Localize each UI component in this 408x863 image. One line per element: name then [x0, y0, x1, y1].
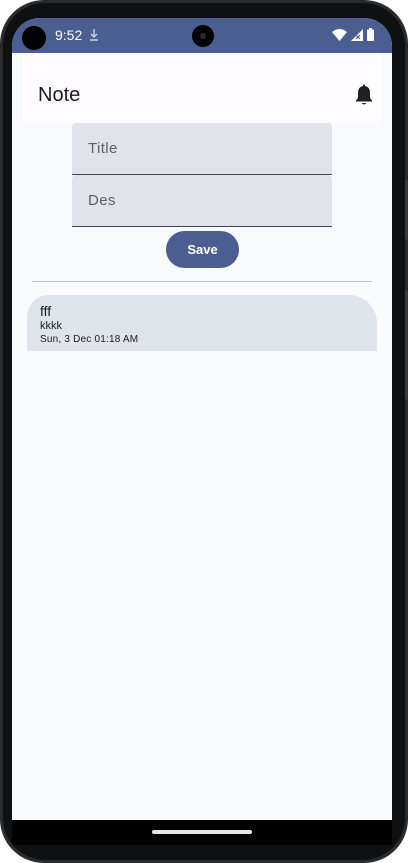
download-icon: [90, 29, 98, 41]
description-input[interactable]: [72, 175, 332, 226]
front-camera-left: [22, 26, 46, 50]
note-date: Sun, 3 Dec 01:18 AM: [40, 334, 139, 345]
status-bar: 9:52: [12, 18, 392, 53]
home-gesture-handle[interactable]: [152, 830, 252, 834]
app-bar: Note: [22, 54, 382, 122]
note-description: kkkk: [40, 320, 62, 332]
signal-icon: [351, 28, 363, 41]
front-camera: [192, 25, 214, 47]
status-icons: [332, 28, 374, 41]
save-button[interactable]: Save: [166, 231, 239, 268]
screen: 9:52 Note Title Des Save fff kkkk Sun, 3…: [12, 18, 392, 845]
navigation-bar: [12, 820, 392, 845]
note-card[interactable]: fff kkkk Sun, 3 Dec 01:18 AM: [27, 295, 377, 351]
bell-icon[interactable]: [354, 84, 374, 106]
divider: [32, 281, 372, 282]
app-title: Note: [38, 84, 81, 106]
note-title: fff: [40, 303, 52, 319]
status-time: 9:52: [55, 27, 83, 43]
wifi-icon: [332, 28, 347, 41]
title-input[interactable]: [72, 123, 332, 174]
description-field[interactable]: [72, 175, 332, 227]
battery-icon: [367, 28, 374, 41]
title-field[interactable]: [72, 123, 332, 175]
